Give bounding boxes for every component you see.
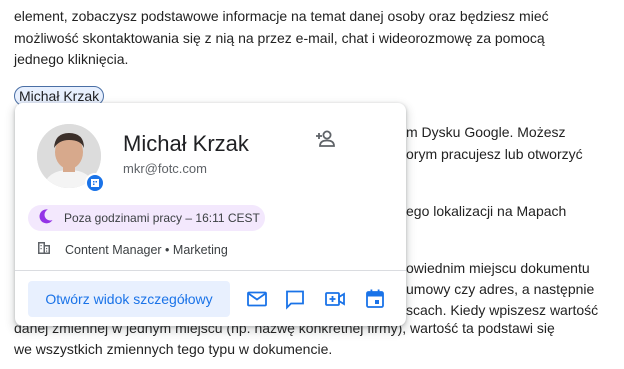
doc-line: we wszystkich zmiennych tego typu w doku… (14, 341, 333, 357)
open-details-button[interactable]: Otwórz widok szczegółowy (28, 281, 230, 317)
doc-line-fragment: owiednim miejscu dokumentu (406, 260, 590, 276)
calendar-icon[interactable] (361, 285, 389, 313)
working-hours-status: Poza godzinami pracy – 16:11 CEST (28, 205, 265, 231)
doc-line: możliwość skontaktowania się z nią na pr… (14, 30, 545, 46)
video-call-icon[interactable] (321, 285, 349, 313)
doc-line: jednego kliknięcia. (14, 51, 129, 67)
doc-line-fragment: ego lokalizacji na Mapach (406, 203, 567, 219)
add-person-icon[interactable] (309, 123, 341, 155)
doc-line-fragment: orym pracujesz lub otworzyć (406, 146, 583, 162)
status-text: Poza godzinami pracy – 16:11 CEST (64, 211, 260, 225)
moon-icon (38, 208, 54, 229)
mail-icon[interactable] (243, 285, 271, 313)
card-divider (15, 270, 406, 271)
doc-line: element, zobaczysz podstawowe informacje… (14, 8, 549, 24)
person-hovercard: Michał Krzak mkr@fotc.com Poza godzinami… (15, 103, 406, 326)
role-text: Content Manager • Marketing (65, 243, 228, 257)
role-info: Content Manager • Marketing (37, 241, 228, 259)
chat-icon[interactable] (281, 285, 309, 313)
building-icon (85, 173, 105, 193)
doc-line-fragment: umowy czy adres, a następnie (406, 281, 595, 297)
person-email: mkr@fotc.com (123, 161, 207, 176)
doc-line-fragment: m Dysku Google. Możesz (406, 124, 566, 140)
building-icon (37, 241, 51, 260)
person-name: Michał Krzak (123, 131, 249, 156)
